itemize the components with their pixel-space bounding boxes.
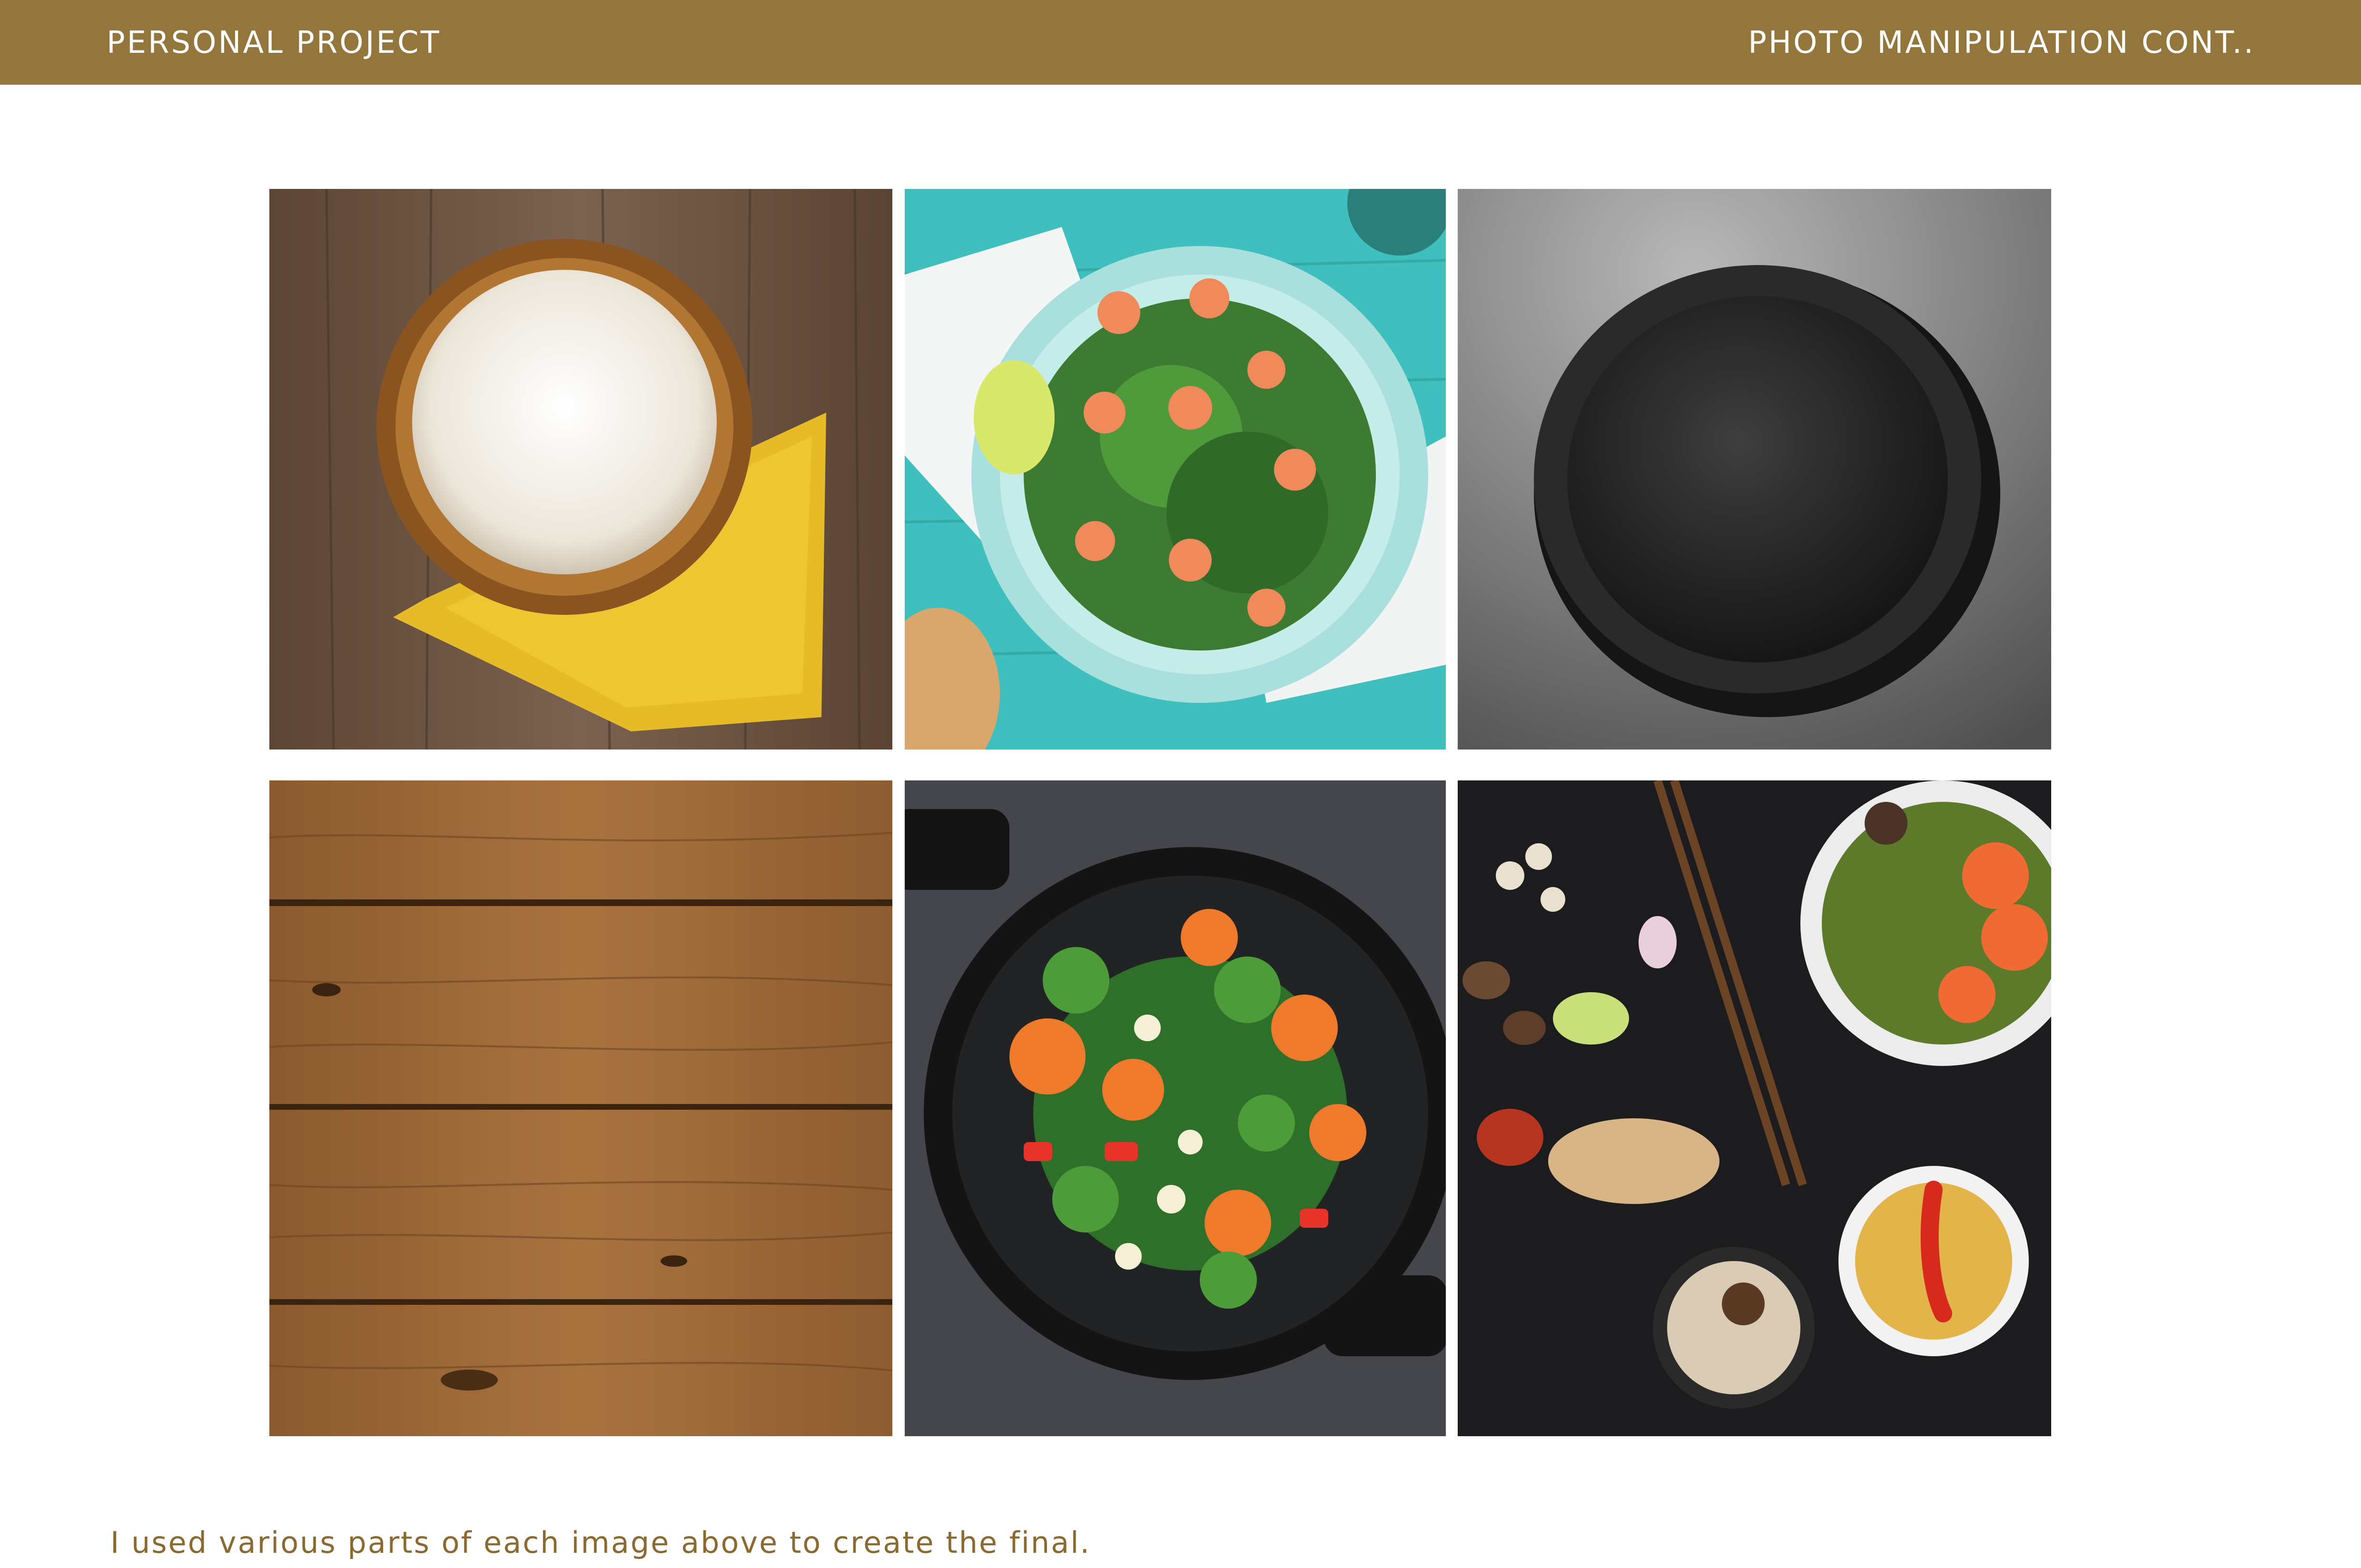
empty-black-plate-photo xyxy=(1458,189,2051,749)
vegetable-wok-photo xyxy=(905,780,1446,1436)
asian-ingredients-photo xyxy=(1458,780,2051,1436)
rice-bowl-photo xyxy=(269,189,892,749)
project-label: PERSONAL PROJECT xyxy=(107,25,441,60)
shrimp-salad-photo xyxy=(905,189,1446,749)
caption-text: I used various parts of each image above… xyxy=(110,1525,1091,1560)
page-header: PERSONAL PROJECT PHOTO MANIPULATION CONT… xyxy=(0,0,2361,85)
wood-planks-photo xyxy=(269,780,892,1436)
section-label: PHOTO MANIPULATION CONT.. xyxy=(1748,25,2255,60)
